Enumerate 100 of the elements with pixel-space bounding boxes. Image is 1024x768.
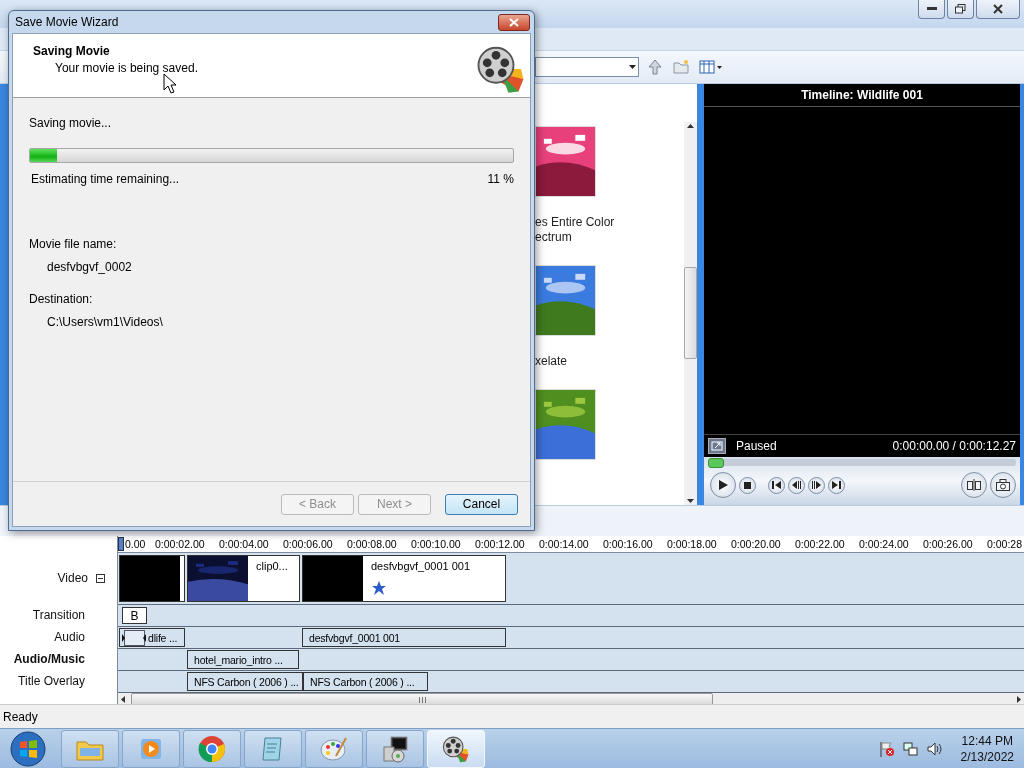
skip-back-icon — [772, 481, 781, 490]
preview-title: Timeline: Wildlife 001 — [704, 83, 1020, 107]
windows-logo — [9, 729, 47, 768]
folder-icon — [673, 58, 689, 75]
track-label[interactable]: Video — [57, 571, 88, 586]
camera-button[interactable] — [990, 472, 1016, 499]
clock-date: 2/13/2022 — [960, 748, 1014, 765]
clock[interactable]: 12:44 PM 2/13/2022 — [960, 732, 1014, 765]
close-icon — [509, 17, 519, 27]
status-text: Ready — [3, 709, 38, 724]
speaker-icon[interactable] — [926, 740, 943, 757]
camera-icon — [996, 479, 1010, 492]
clock-time: 12:44 PM — [961, 732, 1013, 749]
fullscreen-icon[interactable] — [708, 438, 726, 455]
location-dropdown[interactable] — [535, 56, 639, 77]
frame-back-button[interactable] — [788, 476, 805, 494]
restore-icon — [955, 4, 966, 14]
ruler-label: 0:00:18.00 — [667, 537, 718, 553]
close-icon — [993, 4, 1003, 14]
field-value: C:\Users\vm1\Videos\ — [46, 315, 164, 329]
split-icon — [967, 479, 981, 492]
grid-view-icon — [699, 58, 723, 75]
ruler-label: 0:00:22.00 — [795, 537, 846, 553]
ruler-label: 0:00:14.00 — [539, 537, 590, 553]
clip-title: desfvbgvf_0001 001 — [370, 559, 472, 575]
video-clip[interactable] — [119, 555, 185, 603]
step-forward-icon — [812, 481, 821, 490]
seek-thumb[interactable] — [708, 458, 724, 469]
scroll-thumb[interactable] — [684, 267, 697, 360]
transition-clip[interactable]: B — [122, 607, 147, 625]
effect-label: xelate — [535, 353, 569, 369]
ruler-label: 0:00:06.00 — [283, 537, 334, 553]
track-label[interactable]: Audio — [54, 630, 85, 645]
audio-clip[interactable]: desfvbgvf_0001 001 — [302, 628, 506, 648]
ruler-label: 0:00:12.00 — [475, 537, 526, 553]
dialog-subheading: Your movie is being saved. — [54, 61, 198, 75]
scroll-left-icon[interactable] — [121, 696, 125, 704]
audio-clip[interactable]: NFS Carbon ( 2006 ) ... — [187, 672, 303, 692]
track-label[interactable]: Transition — [32, 608, 85, 623]
installer-icon — [381, 734, 409, 763]
skip-forward-icon — [832, 481, 841, 490]
scroll-right-icon[interactable] — [1017, 696, 1021, 704]
flag-icon[interactable] — [878, 740, 895, 757]
play-icon — [718, 480, 728, 491]
ruler-label: 0.00 — [124, 537, 147, 553]
stop-icon — [744, 481, 751, 489]
minimize-button[interactable] — [918, 0, 945, 19]
trim-handle-icon — [122, 629, 146, 646]
taskbar-button[interactable] — [366, 729, 424, 768]
dialog-title: Save Movie Wizard — [15, 15, 119, 29]
up-arrow-icon — [647, 58, 663, 75]
minimize-icon — [926, 7, 937, 11]
close-button[interactable] — [976, 0, 1020, 19]
restore-button[interactable] — [947, 0, 974, 19]
clip-title: clip0... — [255, 559, 289, 575]
audio-clip[interactable]: hotel_mario_intro ... — [187, 650, 299, 670]
star-icon — [372, 581, 386, 596]
frame-forward-button[interactable] — [808, 476, 825, 494]
browser-icon — [198, 734, 226, 763]
video-clip[interactable]: clip0... — [187, 555, 300, 603]
film-reel-icon — [442, 734, 470, 763]
dialog-close-button[interactable] — [498, 13, 530, 31]
step-back-icon — [792, 481, 801, 490]
ruler-label: 0:00:10.00 — [411, 537, 462, 553]
field-value: desfvbgvf_0002 — [46, 260, 133, 274]
next-button[interactable] — [828, 476, 845, 494]
track-label[interactable]: Audio/Music — [13, 652, 85, 667]
collapse-icon[interactable] — [96, 573, 105, 583]
percent-text: 11 % — [487, 172, 514, 186]
playhead[interactable] — [118, 537, 124, 552]
dialog-button[interactable]: Cancel — [445, 493, 518, 515]
task-text: Saving movie... — [29, 116, 113, 130]
previous-button[interactable] — [768, 476, 785, 494]
track-label[interactable]: Title Overlay — [18, 674, 85, 689]
caret-icon — [629, 64, 636, 69]
network-icon[interactable] — [902, 740, 919, 757]
ruler-label: 0:00:26.00 — [923, 537, 974, 553]
stop-button[interactable] — [739, 476, 756, 494]
ruler-label: 0:00:24.00 — [859, 537, 910, 553]
ruler-label: 0:00:02.00 — [155, 537, 206, 553]
play-button[interactable] — [710, 472, 736, 499]
split-button[interactable] — [961, 472, 987, 499]
scroll-up-icon[interactable] — [687, 123, 694, 128]
video-clip[interactable]: desfvbgvf_0001 001 — [302, 555, 506, 603]
effect-label: es Entire Color ectrum — [535, 214, 616, 245]
scroll-thumb[interactable] — [131, 693, 713, 705]
audio-clip[interactable]: NFS Carbon ( 2006 ) ... — [303, 672, 428, 692]
palette-icon — [320, 735, 348, 762]
grip-icon — [418, 696, 426, 703]
vertical-scrollbar[interactable] — [684, 121, 697, 506]
ruler-label: 0:00:04.00 — [219, 537, 270, 553]
audio-clip[interactable]: dlife ... — [119, 628, 185, 648]
play-icon — [139, 736, 163, 761]
playback-time: 0:00:00.00 / 0:00:12.27 — [892, 439, 1016, 454]
ruler-label: 0:00:16.00 — [603, 537, 654, 553]
field-label: Movie file name: — [29, 237, 118, 251]
ruler-label: 0:00:28 — [987, 537, 1024, 553]
field-label: Destination: — [29, 292, 94, 306]
notepad-icon — [261, 735, 285, 762]
dialog-heading: Saving Movie — [33, 44, 111, 58]
